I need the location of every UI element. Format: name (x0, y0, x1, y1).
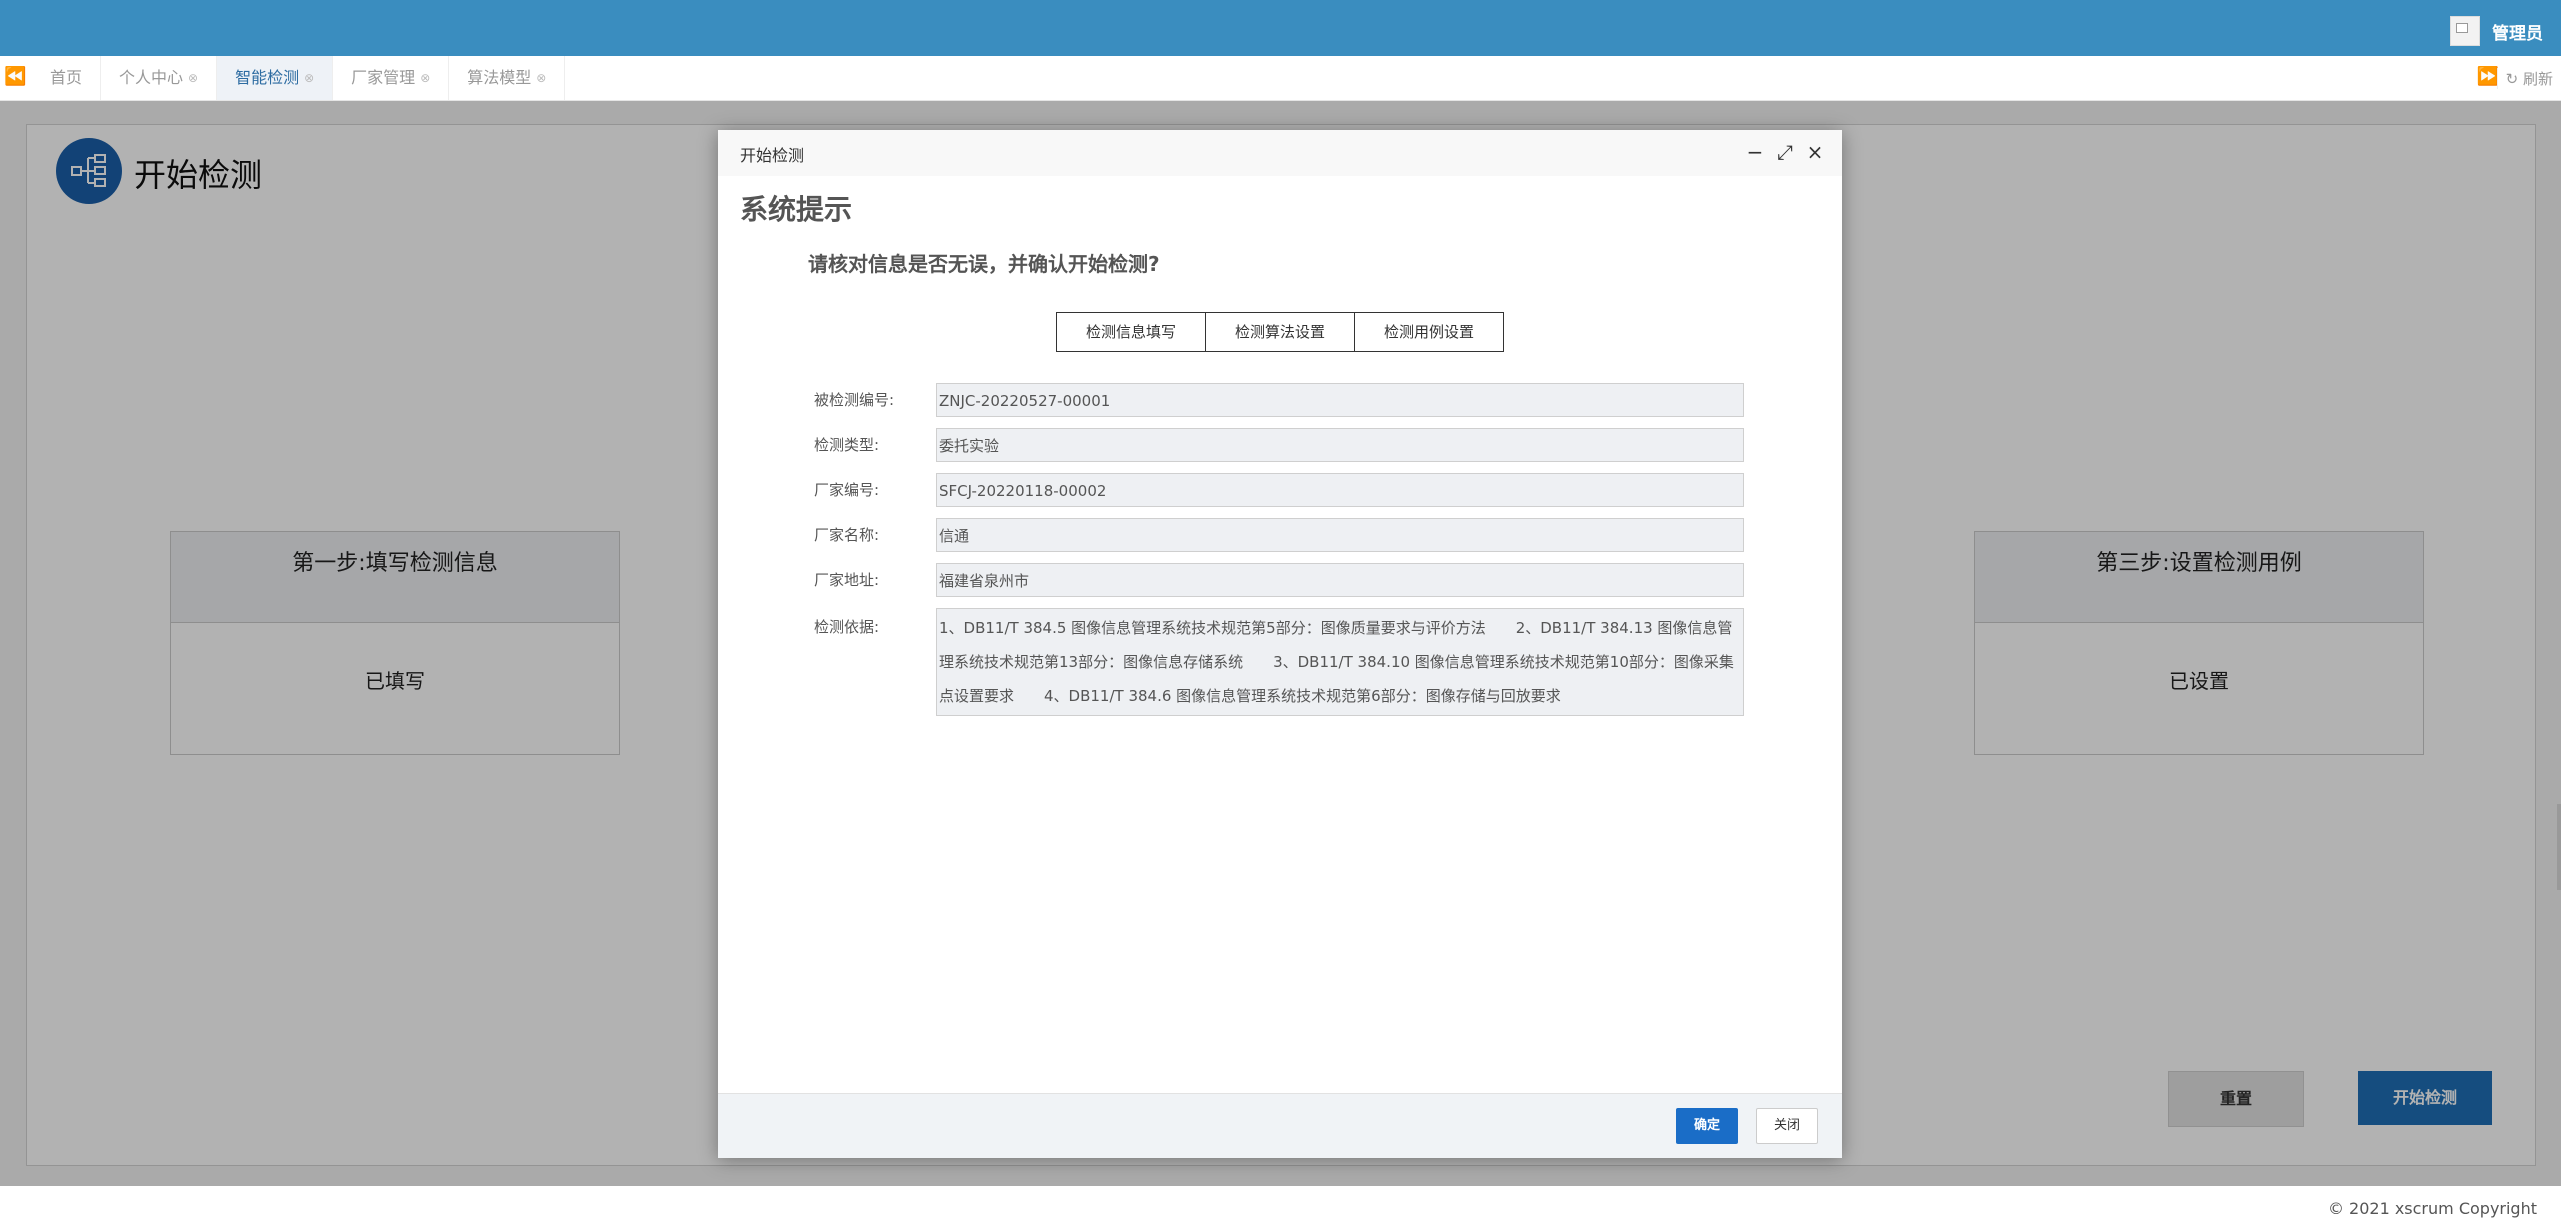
minimize-icon[interactable]: − (1746, 140, 1764, 164)
detection-basis-field[interactable]: 1、DB11/T 384.5 图像信息管理系统技术规范第5部分：图像质量要求与评… (936, 608, 1744, 716)
copyright-text: © 2021 xscrum Copyright (2327, 1199, 2537, 1218)
tab-vendor-management[interactable]: 厂家管理 ⊗ (333, 56, 450, 100)
tab-label: 个人中心 (119, 68, 184, 87)
tab-close-icon[interactable]: ⊗ (188, 56, 198, 100)
refresh-button[interactable]: ↻ 刷新 (2496, 68, 2553, 89)
tab-algorithm-model[interactable]: 算法模型 ⊗ (449, 56, 566, 100)
close-button[interactable]: 关闭 (1756, 1108, 1818, 1144)
tab-list: 首页 个人中心 ⊗ 智能检测 ⊗ 厂家管理 ⊗ 算法模型 ⊗ (32, 56, 566, 100)
user-label[interactable]: 管理员 (2492, 19, 2543, 44)
vendor-address-label: 厂家地址: (814, 571, 880, 589)
vendor-name-field[interactable]: 信通 (936, 518, 1744, 552)
detection-basis-label: 检测依据: (814, 618, 880, 636)
user-menu[interactable]: 管理员 (2450, 16, 2543, 46)
step-tabs: 检测信息填写 检测算法设置 检测用例设置 (1056, 312, 1504, 352)
refresh-label: 刷新 (2522, 70, 2553, 88)
dialog-title: 开始检测 (740, 146, 805, 165)
avatar[interactable] (2450, 16, 2480, 46)
step-tab-case[interactable]: 检测用例设置 (1354, 312, 1504, 352)
tab-profile[interactable]: 个人中心 ⊗ (101, 56, 218, 100)
close-icon[interactable]: × (1806, 140, 1824, 164)
confirm-question: 请核对信息是否无误，并确认开始检测? (808, 252, 1160, 276)
confirm-button[interactable]: 确定 (1676, 1108, 1738, 1144)
tab-close-icon[interactable]: ⊗ (420, 56, 430, 100)
tab-label: 算法模型 (467, 68, 532, 87)
detection-id-field[interactable]: ZNJC-20220527-00001 (936, 383, 1744, 417)
vendor-name-label: 厂家名称: (814, 526, 880, 544)
tab-bar: ⏪ 首页 个人中心 ⊗ 智能检测 ⊗ 厂家管理 ⊗ 算法模型 ⊗ ⏩ ↻ 刷新 (0, 56, 2561, 101)
tab-close-icon[interactable]: ⊗ (304, 56, 314, 100)
tab-scroll-right-icon[interactable]: ⏩ (2477, 66, 2499, 87)
scrollbar-thumb[interactable] (2557, 804, 2561, 890)
dialog-controls: − ⤢ × (1746, 140, 1824, 164)
maximize-icon[interactable]: ⤢ (1776, 140, 1794, 164)
start-detection-dialog: 开始检测 − ⤢ × 系统提示 请核对信息是否无误，并确认开始检测? 检测信息填… (718, 130, 1842, 1158)
step-tab-info[interactable]: 检测信息填写 (1056, 312, 1206, 352)
tab-label: 首页 (50, 68, 83, 87)
tab-label: 智能检测 (235, 68, 300, 87)
dialog-titlebar[interactable]: 开始检测 − ⤢ × (718, 130, 1842, 176)
step-tab-algorithm[interactable]: 检测算法设置 (1205, 312, 1355, 352)
tab-home[interactable]: 首页 (32, 56, 102, 100)
dialog-heading: 系统提示 (740, 193, 853, 226)
detection-type-field[interactable]: 委托实验 (936, 428, 1744, 462)
tab-label: 厂家管理 (351, 68, 416, 87)
tab-scroll-left-icon[interactable]: ⏪ (4, 66, 26, 87)
tab-close-icon[interactable]: ⊗ (536, 56, 546, 100)
detection-type-label: 检测类型: (814, 436, 880, 454)
dialog-footer: 确定 关闭 (718, 1093, 1842, 1158)
vendor-address-field[interactable]: 福建省泉州市 (936, 563, 1744, 597)
tab-smart-detection[interactable]: 智能检测 ⊗ (217, 56, 334, 100)
detection-id-label: 被检测编号: (814, 391, 895, 409)
top-header: 管理员 (0, 0, 2561, 56)
refresh-icon: ↻ (2505, 70, 2519, 88)
vendor-id-field[interactable]: SFCJ-20220118-00002 (936, 473, 1744, 507)
page-footer: © 2021 xscrum Copyright (0, 1186, 2561, 1226)
vendor-id-label: 厂家编号: (814, 481, 880, 499)
